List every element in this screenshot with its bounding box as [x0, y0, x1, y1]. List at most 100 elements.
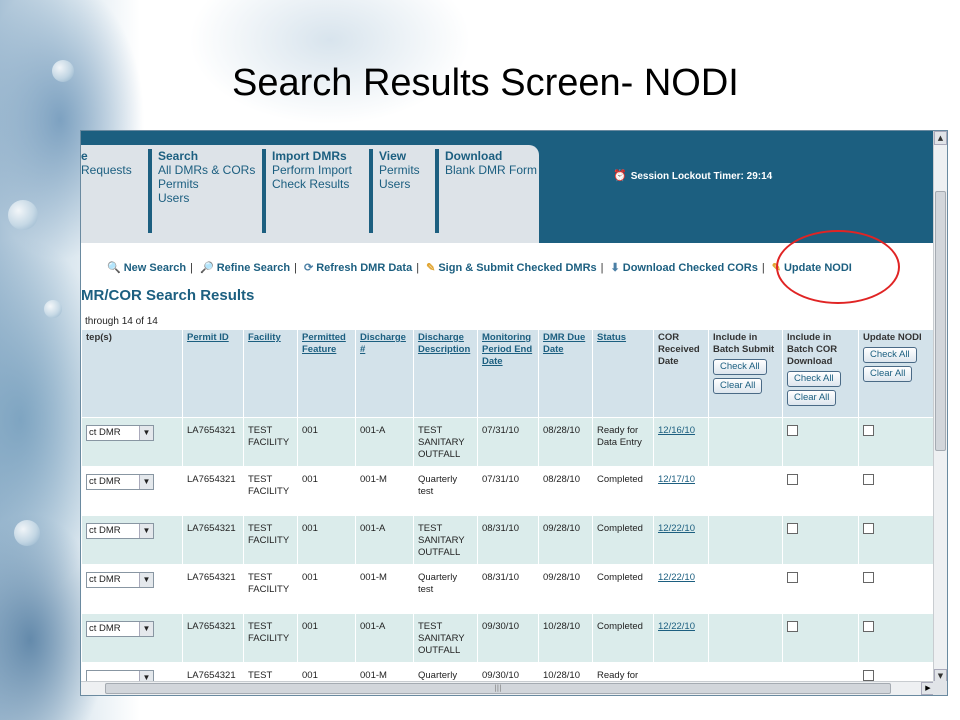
separator: | — [761, 262, 765, 274]
col-facility[interactable]: Facility — [243, 329, 298, 418]
batch-cor-clear-all-button[interactable]: Clear All — [787, 390, 837, 406]
period-cell: 07/31/10 — [477, 466, 539, 516]
batch-submit-cell — [708, 613, 783, 663]
batch-cor-checkbox[interactable] — [787, 474, 798, 485]
tab-requests[interactable]: e Requests — [81, 149, 132, 177]
tab-import-dmrs[interactable]: Import DMRs Perform Import Check Results — [262, 149, 352, 233]
cor-cell: 12/17/10 — [653, 466, 709, 516]
tab-view[interactable]: View Permits Users — [369, 149, 420, 233]
col-update-nodi: Update NODI Check All Clear All — [858, 329, 937, 418]
batch-submit-clear-all-button[interactable]: Clear All — [713, 378, 763, 394]
tab-search[interactable]: Search All DMRs & CORs Permits Users — [148, 149, 255, 233]
tab-link-requests[interactable]: Requests — [81, 163, 132, 177]
step-select[interactable]: ct DMR ▼ — [86, 621, 154, 637]
refine-search-link[interactable]: Refine Search — [217, 262, 290, 274]
update-nodi-label: Update NODI — [863, 332, 922, 343]
tab-divider — [369, 149, 373, 233]
due-cell: 09/28/10 — [538, 515, 593, 565]
description-cell: TEST SANITARY OUTFALL — [413, 515, 478, 565]
tab-download[interactable]: Download Blank DMR Form — [435, 149, 537, 233]
step-select[interactable]: ct DMR ▼ — [86, 572, 154, 588]
vertical-scroll-thumb[interactable] — [935, 191, 946, 451]
horizontal-scroll-thumb[interactable]: ||| — [105, 683, 891, 694]
col-monitoring-period[interactable]: Monitoring Period End Date — [477, 329, 539, 418]
cor-date-link[interactable]: 12/17/10 — [658, 474, 695, 485]
col-status[interactable]: Status — [592, 329, 654, 418]
col-discharge-description[interactable]: Discharge Description — [413, 329, 478, 418]
nodi-checkbox[interactable] — [863, 523, 874, 534]
tab-heading: e — [81, 149, 88, 163]
vertical-scrollbar[interactable]: ▲ ▼ — [933, 131, 947, 683]
magnifier-icon: 🔍 — [107, 262, 121, 274]
description-cell: Quarterly test — [413, 466, 478, 516]
refresh-icon: ⟳ — [304, 262, 314, 274]
step-select[interactable]: ct DMR ▼ — [86, 474, 154, 490]
scroll-up-arrow-icon[interactable]: ▲ — [934, 131, 947, 145]
cor-date-link[interactable]: 12/22/10 — [658, 621, 695, 632]
facility-cell: TEST FACILITY — [243, 417, 298, 467]
tab-link-users[interactable]: Users — [379, 177, 420, 191]
nodi-cell — [858, 466, 937, 516]
nodi-checkbox[interactable] — [863, 474, 874, 485]
step-select[interactable]: ct DMR ▼ — [86, 523, 154, 539]
batch-cor-label: Include in Batch COR Download — [787, 332, 838, 367]
new-search-link[interactable]: New Search — [124, 262, 186, 274]
nodi-checkbox[interactable] — [863, 670, 874, 681]
alarm-clock-icon: ⏰ — [613, 170, 627, 182]
batch-submit-cell — [708, 564, 783, 614]
period-cell: 08/31/10 — [477, 515, 539, 565]
tab-link-blank-dmr-form[interactable]: Blank DMR Form — [445, 163, 537, 177]
cor-date-link[interactable]: 12/16/10 — [658, 425, 695, 436]
permit-cell: LA7654321 — [182, 417, 244, 467]
tab-heading: Download — [445, 149, 503, 163]
table-row: ct DMR ▼ LA7654321 TEST FACILITY 001 001-… — [81, 515, 937, 565]
nodi-checkbox[interactable] — [863, 425, 874, 436]
refresh-dmr-link[interactable]: Refresh DMR Data — [316, 262, 412, 274]
col-permit-id[interactable]: Permit ID — [182, 329, 244, 418]
slide-title: Search Results Screen- NODI — [232, 62, 739, 104]
batch-cor-cell — [782, 515, 859, 565]
tab-link-permits[interactable]: Permits — [158, 177, 255, 191]
tab-link-check-results[interactable]: Check Results — [272, 177, 352, 191]
batch-cor-checkbox[interactable] — [787, 572, 798, 583]
cor-date-link[interactable]: 12/22/10 — [658, 572, 695, 583]
col-discharge[interactable]: Discharge # — [355, 329, 414, 418]
nodi-clear-all-button[interactable]: Clear All — [863, 366, 913, 382]
description-cell: TEST SANITARY OUTFALL — [413, 417, 478, 467]
discharge-cell: 001-A — [355, 613, 414, 663]
separator: | — [190, 262, 193, 274]
session-timer: ⏰ Session Lockout Timer: 29:14 — [613, 169, 772, 182]
batch-submit-check-all-button[interactable]: Check All — [713, 359, 767, 375]
batch-cor-check-all-button[interactable]: Check All — [787, 371, 841, 387]
tab-heading: Import DMRs — [272, 149, 347, 163]
tab-link-all-dmrs[interactable]: All DMRs & CORs — [158, 163, 255, 177]
permit-cell: LA7654321 — [182, 564, 244, 614]
batch-cor-checkbox[interactable] — [787, 523, 798, 534]
nodi-check-all-button[interactable]: Check All — [863, 347, 917, 363]
col-dmr-due-date[interactable]: DMR Due Date — [538, 329, 593, 418]
download-cors-link[interactable]: Download Checked CORs — [623, 262, 758, 274]
step-select[interactable]: ct DMR ▼ — [86, 425, 154, 441]
batch-cor-checkbox[interactable] — [787, 425, 798, 436]
results-table: tep(s) Permit ID Facility Permitted Feat… — [81, 329, 937, 695]
cor-cell: 12/22/10 — [653, 515, 709, 565]
table-row: ct DMR ▼ LA7654321 TEST FACILITY 001 001-… — [81, 417, 937, 467]
tab-link-permits[interactable]: Permits — [379, 163, 420, 177]
tab-link-perform-import[interactable]: Perform Import — [272, 163, 352, 177]
col-permitted-feature[interactable]: Permitted Feature — [297, 329, 356, 418]
action-bar: 🔍 New Search | 🔎 Refine Search | ⟳ Refresh DM… — [107, 261, 852, 274]
nav-tabs: e Requests Search All DMRs & CORs Permit… — [81, 145, 539, 243]
col-cor-received: COR Received Date — [653, 329, 709, 418]
sign-submit-link[interactable]: Sign & Submit Checked DMRs — [438, 262, 596, 274]
table-row: ct DMR ▼ LA7654321 TEST FACILITY 001 001-… — [81, 466, 937, 516]
batch-cor-checkbox[interactable] — [787, 621, 798, 632]
status-cell: Completed — [592, 564, 654, 614]
nodi-checkbox[interactable] — [863, 621, 874, 632]
tab-link-users[interactable]: Users — [158, 191, 255, 205]
col-steps: tep(s) — [81, 329, 183, 418]
horizontal-scrollbar[interactable]: ||| ▶ — [81, 681, 935, 695]
cor-date-link[interactable]: 12/22/10 — [658, 523, 695, 534]
col-batch-submit: Include in Batch Submit Check All Clear … — [708, 329, 783, 418]
step-cell: ct DMR ▼ — [81, 417, 183, 467]
nodi-checkbox[interactable] — [863, 572, 874, 583]
